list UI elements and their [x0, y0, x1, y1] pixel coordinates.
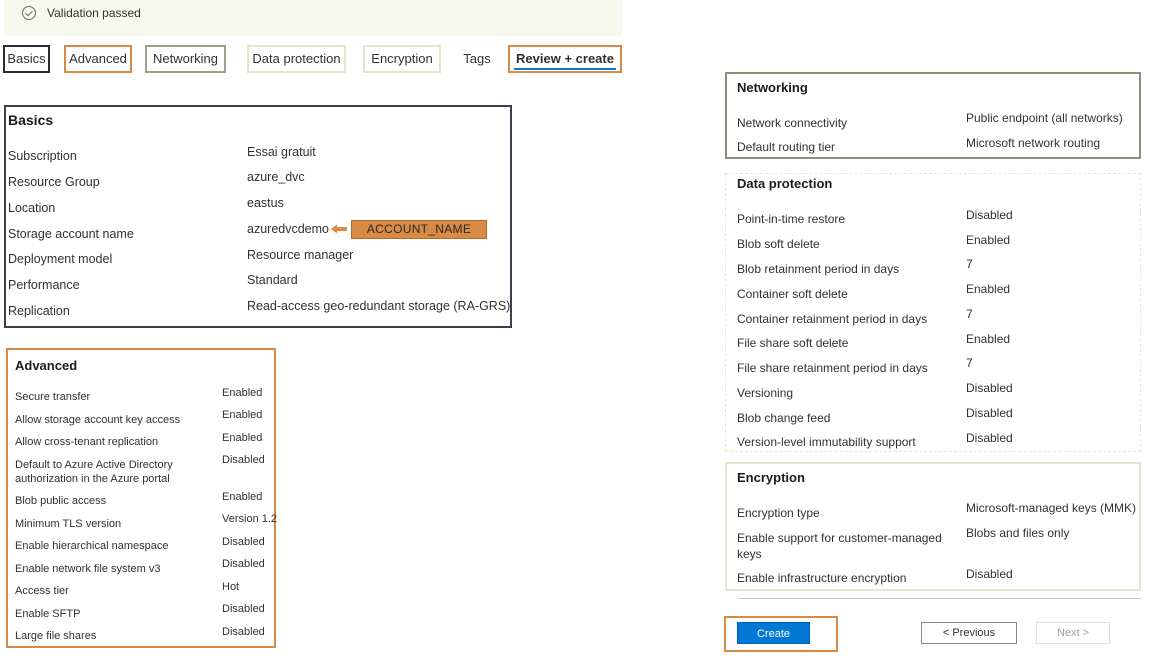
basics-label: Replication [8, 304, 70, 318]
advanced-label: Blob public access [15, 495, 107, 507]
data-protection-value: Enabled [966, 332, 1011, 346]
advanced-label: Enable SFTP [15, 608, 81, 620]
encryption-label: Encryption type [737, 506, 820, 520]
data-protection-value: Disabled [966, 208, 1013, 222]
networking-heading: Networking [737, 80, 808, 95]
data-protection-label: Blob soft delete [737, 237, 820, 251]
data-protection-value: Disabled [966, 406, 1013, 420]
data-protection-value: Enabled [966, 282, 1011, 296]
arrow-left-icon [331, 224, 347, 234]
basics-label: Resource Group [8, 175, 100, 189]
footer-divider [738, 598, 1141, 599]
advanced-value: Disabled [222, 626, 265, 638]
basics-label: Location [8, 201, 56, 215]
data-protection-label: Versioning [737, 386, 794, 400]
data-protection-label: Blob retainment period in days [737, 262, 900, 276]
advanced-label: Enable hierarchical namespace [15, 540, 169, 552]
advanced-label: Access tier [15, 585, 69, 597]
encryption-heading: Encryption [737, 470, 805, 485]
data-protection-label: Point-in-time restore [737, 212, 846, 226]
validation-message: Validation passed [47, 6, 141, 20]
basics-section: Basics [4, 105, 512, 328]
account-name-annotation: ACCOUNT_NAME [351, 220, 487, 239]
advanced-label: Minimum TLS version [15, 518, 122, 530]
advanced-label: Large file shares [15, 630, 97, 642]
data-protection-label: Version-level immutability support [737, 435, 916, 449]
encryption-value: Disabled [966, 567, 1013, 581]
advanced-value: Disabled [222, 454, 265, 466]
tab-tags[interactable]: Tags [455, 45, 499, 73]
advanced-label: Default to Azure Active Directory author… [15, 459, 173, 485]
data-protection-value: 7 [966, 307, 973, 321]
previous-button[interactable]: < Previous [921, 622, 1017, 644]
networking-label: Network connectivity [737, 116, 848, 130]
check-circle-icon [22, 6, 36, 20]
tab-encryption[interactable]: Encryption [363, 45, 441, 73]
advanced-value: Enabled [222, 491, 263, 503]
advanced-value: Enabled [222, 387, 263, 399]
advanced-label: Allow cross-tenant replication [15, 436, 159, 448]
data-protection-label: File share retainment period in days [737, 361, 928, 375]
validation-banner: Validation passed [4, 0, 622, 36]
data-protection-value: 7 [966, 356, 973, 370]
encryption-label: Enable infrastructure encryption [737, 571, 907, 585]
advanced-value: Disabled [222, 558, 265, 570]
advanced-value: Disabled [222, 536, 265, 548]
basics-value: eastus [247, 196, 284, 210]
advanced-label: Allow storage account key access [15, 414, 181, 426]
encryption-label: Enable support for customer-managed keys [737, 531, 942, 561]
create-button[interactable]: Create [737, 622, 810, 644]
basics-value: Read-access geo-redundant storage (RA-GR… [247, 299, 511, 313]
basics-heading: Basics [8, 112, 54, 128]
encryption-value: Microsoft-managed keys (MMK) [966, 501, 1137, 515]
data-protection-value: Disabled [966, 431, 1013, 445]
data-protection-heading: Data protection [737, 176, 833, 191]
data-protection-value: Disabled [966, 381, 1013, 395]
tab-review-create[interactable]: Review + create [508, 45, 622, 73]
tab-data-protection[interactable]: Data protection [247, 45, 346, 73]
basics-label: Storage account name [8, 227, 134, 241]
advanced-value: Hot [222, 581, 240, 593]
advanced-label: Secure transfer [15, 391, 91, 403]
tab-networking[interactable]: Networking [145, 45, 226, 73]
advanced-value: Disabled [222, 603, 265, 615]
next-button[interactable]: Next > [1036, 622, 1110, 644]
tab-basics[interactable]: Basics [3, 45, 50, 73]
basics-value: azure_dvc [247, 170, 305, 184]
networking-value: Microsoft network routing [966, 136, 1101, 150]
basics-label: Deployment model [8, 252, 113, 266]
tab-advanced[interactable]: Advanced [64, 45, 132, 73]
data-protection-value: 7 [966, 257, 973, 271]
encryption-value: Blobs and files only [966, 526, 1070, 540]
networking-value: Public endpoint (all networks) [966, 111, 1123, 125]
data-protection-label: File share soft delete [737, 336, 849, 350]
basics-value: azuredvcdemo [247, 222, 329, 236]
data-protection-label: Container retainment period in days [737, 312, 928, 326]
advanced-label: Enable network file system v3 [15, 563, 161, 575]
basics-value: Standard [247, 273, 298, 287]
data-protection-label: Container soft delete [737, 287, 848, 301]
basics-label: Subscription [8, 149, 77, 163]
basics-label: Performance [8, 278, 80, 292]
basics-value: Essai gratuit [247, 145, 316, 159]
advanced-heading: Advanced [15, 358, 78, 373]
advanced-value: Enabled [222, 432, 263, 444]
advanced-value: Version 1.2 [222, 513, 278, 525]
data-protection-value: Enabled [966, 233, 1011, 247]
data-protection-label: Blob change feed [737, 411, 831, 425]
basics-value: Resource manager [247, 248, 354, 262]
advanced-value: Enabled [222, 409, 263, 421]
networking-label: Default routing tier [737, 140, 836, 154]
